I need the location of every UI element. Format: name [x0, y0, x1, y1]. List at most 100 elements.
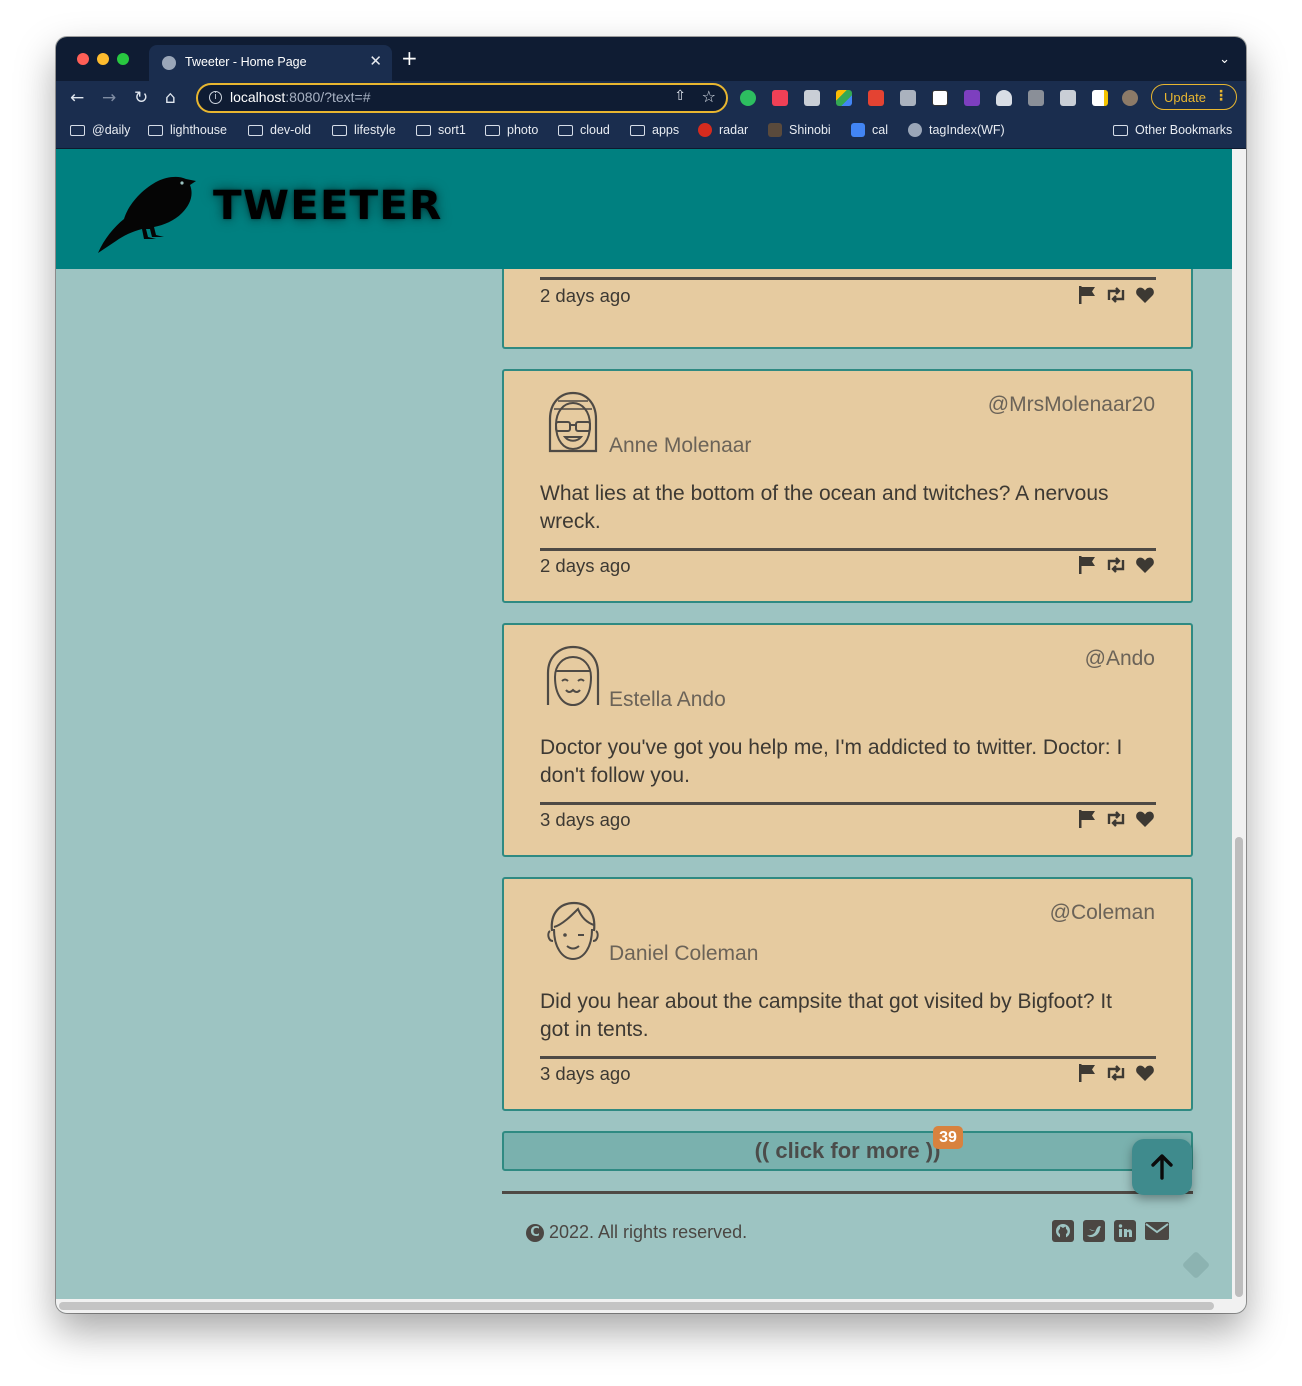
stack-icon[interactable]: [900, 90, 916, 106]
folder-icon: [70, 124, 85, 136]
flag-icon[interactable]: [1077, 1063, 1097, 1083]
site-header: TWEETER: [56, 149, 1232, 269]
bookmark-tagindex[interactable]: tagIndex(WF): [908, 123, 1005, 137]
reload-icon[interactable]: ↻: [134, 88, 148, 108]
bookmark-sort1[interactable]: sort1: [416, 123, 466, 137]
address-bar[interactable]: i localhost:8080/?text=# ⇧ ☆: [196, 83, 728, 113]
twitter-icon[interactable]: [1083, 1220, 1105, 1242]
browser-tab[interactable]: Tweeter - Home Page ✕: [149, 45, 392, 81]
retweet-icon[interactable]: [1105, 285, 1127, 305]
heart-icon[interactable]: [1135, 809, 1155, 829]
bookmark-daily[interactable]: @daily: [70, 123, 130, 137]
tweet-date: 3 days ago: [540, 809, 631, 830]
more-vertical-icon[interactable]: ⋮: [1214, 88, 1228, 104]
retweet-icon[interactable]: [1105, 555, 1127, 575]
avatar: [548, 391, 598, 453]
arrow-up-icon: [1151, 1154, 1173, 1180]
todoist-icon[interactable]: [868, 90, 884, 106]
retweet-icon[interactable]: [1105, 1063, 1127, 1083]
minimize-window-button[interactable]: [97, 53, 109, 65]
bookmark-shinobi[interactable]: Shinobi: [768, 123, 831, 137]
heart-icon[interactable]: [1135, 1063, 1155, 1083]
tweet-handle: @MrsMolenaar20: [987, 393, 1155, 416]
github-icon[interactable]: [1052, 1220, 1074, 1242]
load-more-label: (( click for more )): [754, 1138, 941, 1163]
tweet-date: 3 days ago: [540, 1063, 631, 1084]
tab-bar: Tweeter - Home Page ✕ + ⌄: [56, 37, 1246, 81]
flag-icon[interactable]: [1077, 285, 1097, 305]
bookmark-lighthouse[interactable]: lighthouse: [148, 123, 227, 137]
copyright-icon: C: [526, 1223, 544, 1242]
new-tab-button[interactable]: +: [401, 48, 418, 68]
tweet-actions: [1077, 809, 1155, 829]
bookmark-dev-old[interactable]: dev-old: [248, 123, 311, 137]
evernote-icon[interactable]: [740, 90, 756, 106]
bookmark-lifestyle[interactable]: lifestyle: [332, 123, 396, 137]
load-more-button[interactable]: (( click for more )) 39: [502, 1126, 1193, 1171]
flag-icon[interactable]: [1077, 809, 1097, 829]
feedback-icon[interactable]: [1181, 1250, 1211, 1280]
scroll-to-top-button[interactable]: [1132, 1139, 1192, 1195]
tweet-author-name: Estella Ando: [609, 688, 726, 711]
site-brand-title: TWEETER: [213, 183, 443, 229]
linkedin-icon[interactable]: [1114, 1220, 1136, 1242]
tweet-content: Did you hear about the campsite that got…: [540, 990, 1113, 1041]
pocket-icon[interactable]: [772, 90, 788, 106]
folder-icon: [148, 124, 163, 136]
bookmark-apps[interactable]: apps: [630, 123, 679, 137]
bookmark-cal[interactable]: cal: [851, 123, 888, 137]
tweet-divider: [540, 548, 1156, 551]
bookmark-star-icon[interactable]: ☆: [702, 87, 716, 106]
ninja-icon: [768, 123, 782, 137]
bookmark-radar[interactable]: radar: [698, 123, 748, 137]
horizontal-scrollbar[interactable]: [56, 1299, 1246, 1313]
onenote-icon[interactable]: [964, 90, 980, 106]
maximize-window-button[interactable]: [117, 53, 129, 65]
close-window-button[interactable]: [77, 53, 89, 65]
tweet-author-name: Anne Molenaar: [609, 434, 752, 457]
tweet-handle: @Coleman: [1049, 901, 1155, 924]
update-button[interactable]: Update ⋮: [1151, 84, 1237, 110]
cloud-icon[interactable]: [996, 90, 1012, 106]
horizontal-scroll-thumb[interactable]: [59, 1302, 1214, 1310]
tweet-date: 2 days ago: [540, 285, 631, 306]
maple-leaf-icon: [698, 123, 712, 137]
calendar-icon: [851, 123, 865, 137]
bookmark-cloud[interactable]: cloud: [558, 123, 610, 137]
folder-icon: [630, 124, 645, 136]
window-icon[interactable]: [1092, 90, 1108, 106]
notion-icon[interactable]: [932, 90, 948, 106]
avatar[interactable]: [1122, 90, 1138, 106]
copyright-text: 2022. All rights reserved.: [549, 1222, 748, 1242]
flag-icon[interactable]: [1077, 555, 1097, 575]
retweet-icon[interactable]: [1105, 809, 1127, 829]
vertical-scrollbar[interactable]: [1232, 149, 1246, 1299]
tweet-divider: [540, 277, 1156, 280]
bookmark-photo[interactable]: photo: [485, 123, 538, 137]
google-drive-icon[interactable]: [836, 90, 852, 106]
back-arrow-icon[interactable]: ←: [70, 88, 84, 108]
more-count-badge: 39: [933, 1126, 963, 1149]
home-icon[interactable]: ⌂: [165, 88, 176, 108]
tweet-actions: [1077, 555, 1155, 575]
chevron-down-icon[interactable]: ⌄: [1219, 52, 1230, 67]
coffee-icon[interactable]: [1028, 90, 1044, 106]
url-text[interactable]: localhost:8080/?text=#: [230, 89, 371, 105]
mail-icon[interactable]: [1145, 1222, 1169, 1240]
tweet-card: @Coleman Daniel Coleman Did you hear abo…: [502, 877, 1193, 1111]
heart-icon[interactable]: [1135, 555, 1155, 575]
forward-arrow-icon[interactable]: →: [102, 88, 116, 108]
tweet-content: What lies at the bottom of the ocean and…: [540, 482, 1109, 533]
bookmarks-bar: @daily lighthouse dev-old lifestyle sort…: [56, 115, 1246, 149]
footer-divider: [502, 1191, 1193, 1194]
vertical-scroll-thumb[interactable]: [1235, 837, 1243, 1297]
puzzle-icon[interactable]: [1060, 90, 1076, 106]
other-bookmarks[interactable]: Other Bookmarks: [1113, 123, 1232, 137]
close-tab-icon[interactable]: ✕: [369, 52, 382, 70]
info-icon[interactable]: i: [209, 91, 222, 104]
page-viewport: TWEETER Wi 2 days ago @Mr: [56, 149, 1232, 1299]
share-icon[interactable]: ⇧: [674, 88, 686, 104]
extension-icon[interactable]: [804, 90, 820, 106]
heart-icon[interactable]: [1135, 285, 1155, 305]
avatar: [546, 645, 600, 707]
